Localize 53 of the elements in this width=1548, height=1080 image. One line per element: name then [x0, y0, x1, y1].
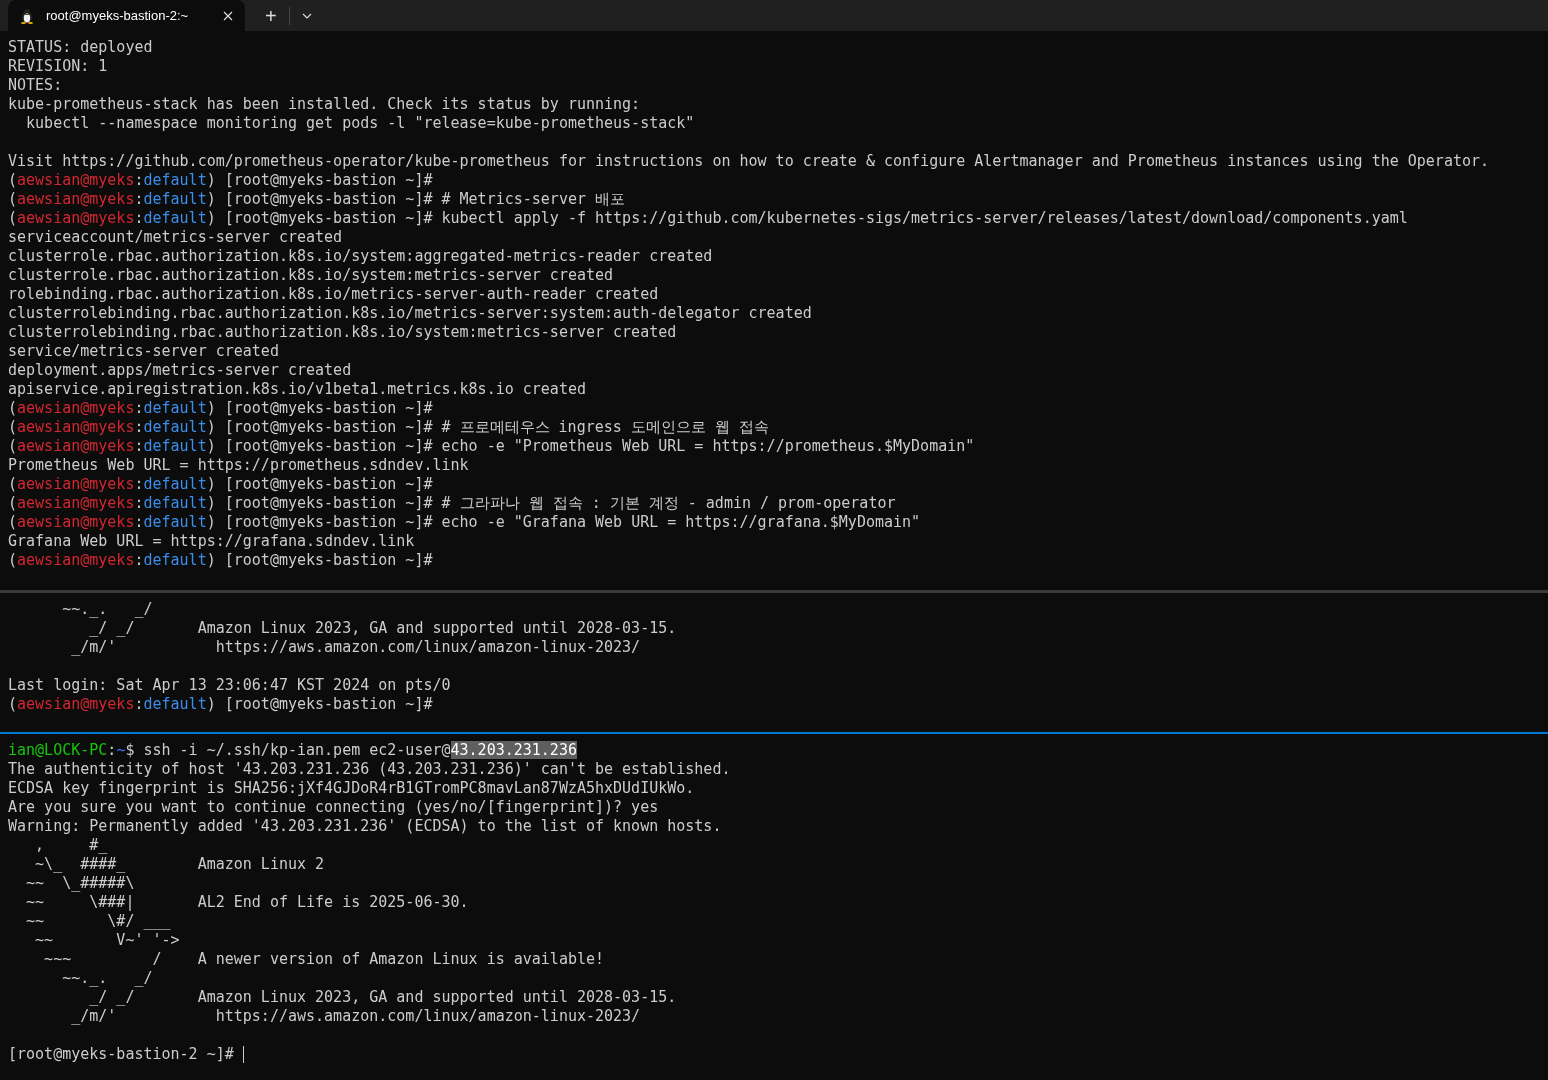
terminal-line: _/m/' https://aws.amazon.com/linux/amazon-linux-2023/ — [70, 638, 641, 657]
terminal-line: ian@LOCK-PC:~$ ssh -i ~/.ssh/kp-ian.pem ec2-user@43.203.231.236 — [8, 741, 577, 760]
terminal-line: ~~._. _/ — [61, 600, 153, 619]
terminal-line: (aewsian@myeks:default) [root@myeks-bastion ~]# — [8, 695, 433, 714]
terminal-tab[interactable]: root@myeks-bastion-2:~ — [8, 0, 245, 31]
penguin-icon — [20, 7, 34, 24]
terminal-line: The authenticity of host '43.203.231.236 (43.203.231.236)' can't be established. — [8, 760, 731, 779]
terminal-line: _/m/' https://aws.amazon.com/linux/amazon-linux-2023/ — [70, 1007, 641, 1026]
terminal-line: clusterrolebinding.rbac.authorization.k8s.io/metrics-server:system:auth-delegator created — [8, 304, 812, 323]
terminal-line: _/ _/ Amazon Linux 2023, GA and supported until 2028-03-15. — [88, 988, 677, 1007]
terminal-line: Visit https://github.com/prometheus-operator/kube-prometheus for instructions on how to create & configure Alertmanager and Prometheus instances using the Operator. — [8, 152, 1490, 171]
terminal-line: clusterrolebinding.rbac.authorization.k8s.io/system:metrics-server created — [8, 323, 677, 342]
terminal-line: (aewsian@myeks:default) [root@myeks-bastion ~]# echo -e "Prometheus Web URL = https://prometheus.$MyDomain" — [8, 437, 975, 456]
terminal-line: ECDSA key fingerprint is SHA256:jXf4GJDoR4rB1GTromPC8mavLan87WzA5hxDUdIUkWo. — [8, 779, 695, 798]
terminal-line: ~~~ / A newer version of Amazon Linux is available! — [43, 950, 605, 969]
terminal-line: ~~._. _/ — [61, 969, 153, 988]
terminal-line: ~\_ ####_ Amazon Linux 2 — [34, 855, 325, 874]
terminal-line: (aewsian@myeks:default) [root@myeks-bastion ~]# — [8, 171, 433, 190]
terminal-line: kube-prometheus-stack has been installed. Check its status by running: — [8, 95, 641, 114]
terminal-line: , #_ — [34, 836, 108, 855]
close-icon[interactable] — [223, 10, 233, 21]
terminal-line: Prometheus Web URL = https://prometheus.sdndev.link — [8, 456, 469, 475]
terminal-line: ~~ V~' '-> — [34, 931, 180, 950]
new-tab-button[interactable]: + — [257, 5, 285, 26]
chevron-down-icon[interactable] — [301, 12, 312, 19]
terminal-line: (aewsian@myeks:default) [root@myeks-bastion ~]# — [8, 551, 433, 570]
terminal-line: (aewsian@myeks:default) [root@myeks-bastion ~]# kubectl apply -f https://github.com/kubernetes-sigs/metrics-server/releases/latest/download/components.yaml — [8, 209, 1408, 228]
terminal-line: (aewsian@myeks:default) [root@myeks-bastion ~]# — [8, 475, 433, 494]
terminal-line: apiservice.apiregistration.k8s.io/v1beta1.metrics.k8s.io created — [8, 380, 586, 399]
terminal-line: (aewsian@myeks:default) [root@myeks-bastion ~]# # 그라파나 웹 접속 : 기본 계정 - admin / prom-operator — [8, 494, 896, 513]
terminal-line: (aewsian@myeks:default) [root@myeks-bastion ~]# — [8, 399, 433, 418]
terminal-line: ~~ \###| AL2 End of Life is 2025-06-30. — [25, 893, 469, 912]
terminal-line: kubectl --namespace monitoring get pods -l "release=kube-prometheus-stack" — [25, 114, 695, 133]
terminal-line: rolebinding.rbac.authorization.k8s.io/metrics-server-auth-reader created — [8, 285, 659, 304]
terminal-line: clusterrole.rbac.authorization.k8s.io/system:metrics-server created — [8, 266, 614, 285]
terminal-line: deployment.apps/metrics-server created — [8, 361, 352, 380]
terminal-line: serviceaccount/metrics-server created — [8, 228, 343, 247]
terminal-line: Are you sure you want to continue connecting (yes/no/[fingerprint])? yes — [8, 798, 659, 817]
terminal-line: (aewsian@myeks:default) [root@myeks-bastion ~]# # Metrics-server 배포 — [8, 190, 625, 209]
terminal-line: [root@myeks-bastion-2 ~]# — [8, 1045, 235, 1064]
terminal-line: Last login: Sat Apr 13 23:06:47 KST 2024 on pts/0 — [8, 676, 451, 695]
terminal-line: service/metrics-server created — [8, 342, 279, 361]
terminal-line: ~~ \#/ ___ — [25, 912, 171, 931]
terminal-line: (aewsian@myeks:default) [root@myeks-bastion ~]# echo -e "Grafana Web URL = https://grafana.$MyDomain" — [8, 513, 921, 532]
terminal-line: Warning: Permanently added '43.203.231.236' (ECDSA) to the list of known hosts. — [8, 817, 722, 836]
terminal-line: NOTES: — [8, 76, 63, 95]
terminal-line: ~~ \_#####\ — [25, 874, 135, 893]
terminal-line: (aewsian@myeks:default) [root@myeks-bastion ~]# # 프로메테우스 ingress 도메인으로 웹 접속 — [8, 418, 769, 437]
terminal-line: REVISION: 1 — [8, 57, 108, 76]
terminal-line: STATUS: deployed — [8, 38, 153, 57]
terminal-line: clusterrole.rbac.authorization.k8s.io/system:aggregated-metrics-reader created — [8, 247, 713, 266]
terminal-line: Grafana Web URL = https://grafana.sdndev.link — [8, 532, 415, 551]
terminal-line: _/ _/ Amazon Linux 2023, GA and supported until 2028-03-15. — [88, 619, 677, 638]
